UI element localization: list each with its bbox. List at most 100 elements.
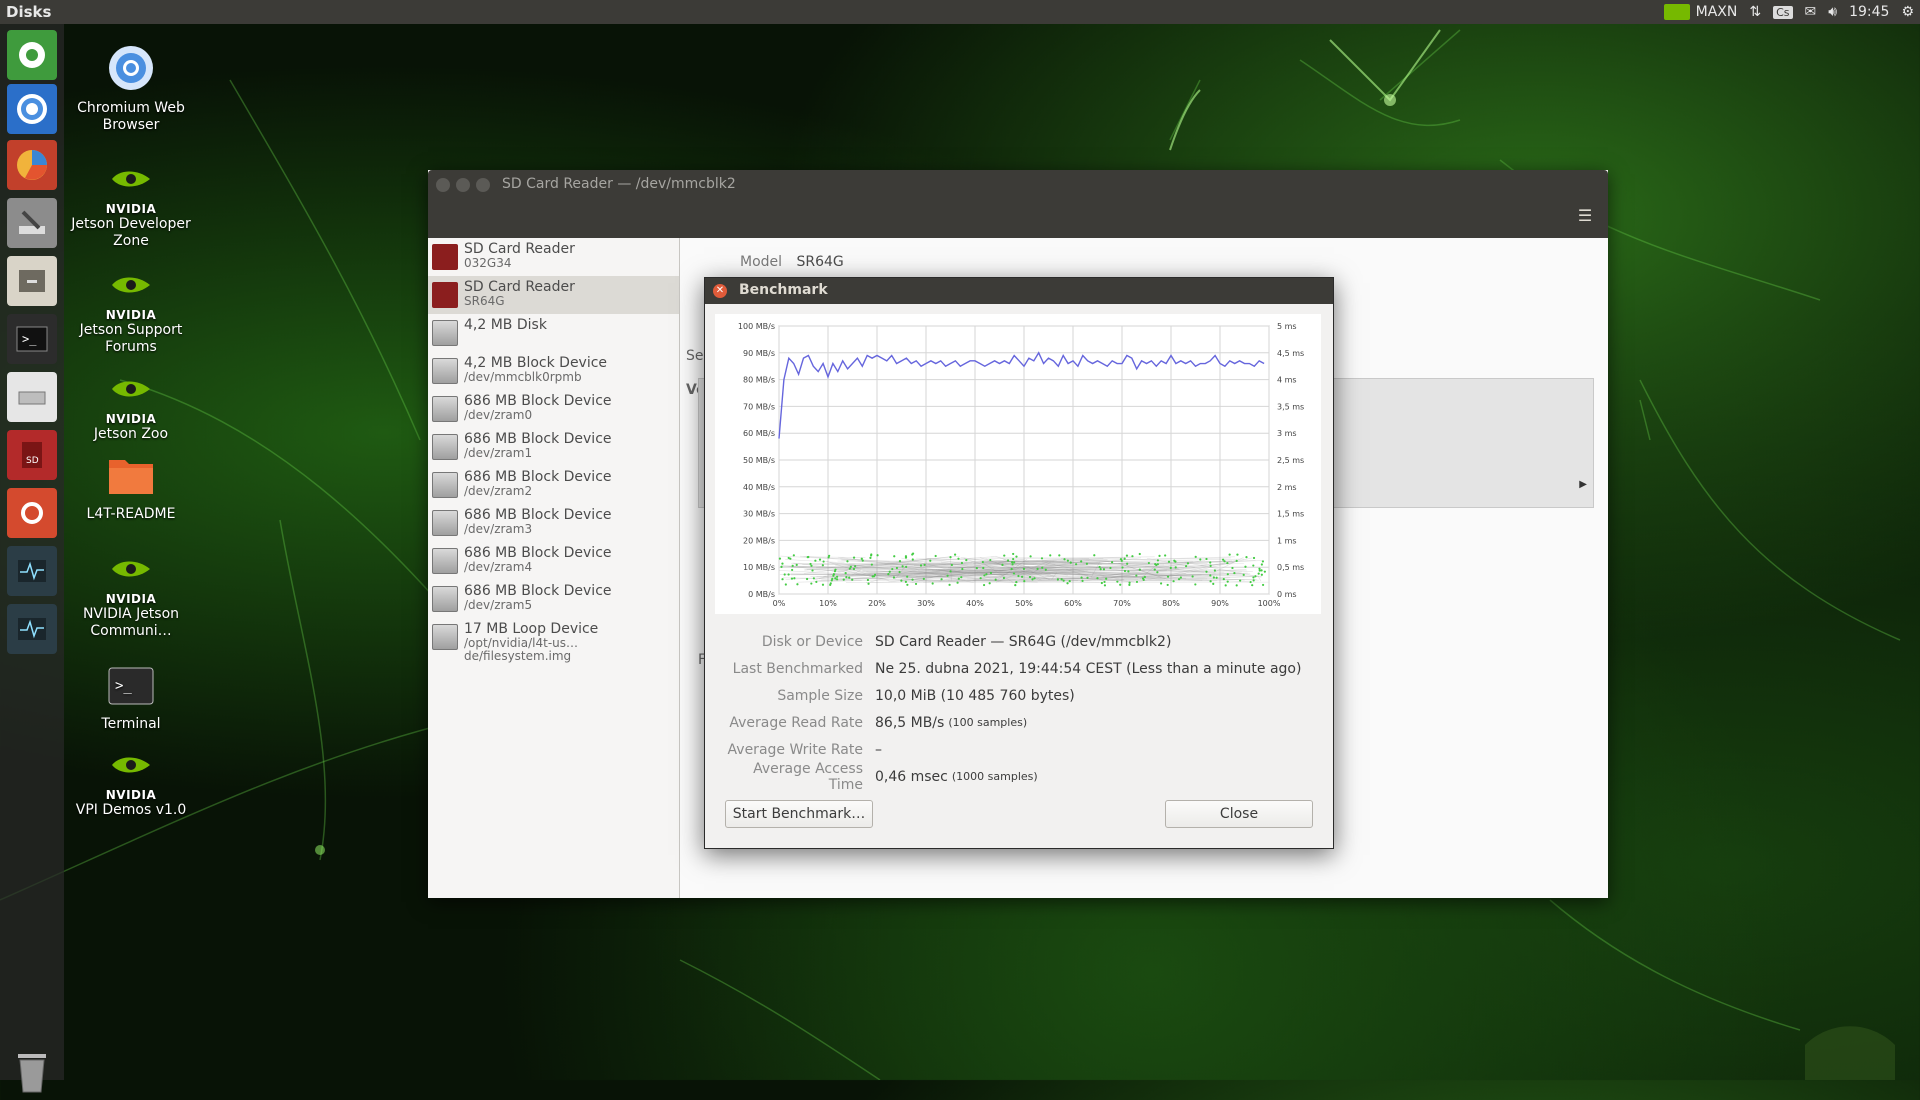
device-item[interactable]: 17 MB Loop Device /opt/nvidia/l4t-us…de/… [428,618,679,656]
minimize-window-button[interactable] [456,178,470,192]
device-item[interactable]: 4,2 MB Block Device /dev/mmcblk0rpmb [428,352,679,390]
access-time-point [853,556,855,558]
y-left-tick-label: 30 MB/s [743,510,775,519]
desktop-icon-jetson-zoo[interactable]: NVIDIA Jetson Zoo [71,370,191,443]
close-window-button[interactable] [436,178,450,192]
access-time-point [982,567,984,569]
folder-icon [107,452,155,498]
chromium-icon [107,44,155,92]
sd-card-icon[interactable]: SD [7,430,57,480]
device-item[interactable]: 4,2 MB Disk [428,314,679,352]
system-monitor-icon-2[interactable] [7,604,57,654]
window-titlebar[interactable]: SD Card Reader — /dev/mmcblk2 ☰ [428,170,1608,238]
result-label: Average Write Rate [715,742,875,758]
desktop-icon-label: Terminal [71,716,191,733]
y-left-tick-label: 40 MB/s [743,483,775,492]
access-time-point [1061,578,1063,580]
scroll-right-arrow-icon[interactable]: ▶ [1579,479,1587,490]
desktop-icon-label: Jetson Support Forums [71,322,191,356]
desktop-icon-chromium[interactable]: Chromium Web Browser [71,44,191,134]
access-time-point [811,569,813,571]
access-time-point [833,573,835,575]
dialog-titlebar[interactable]: ✕ Benchmark [705,278,1333,304]
clock[interactable]: 19:45 [1849,4,1889,20]
system-monitor-icon[interactable] [7,546,57,596]
access-time-point [982,561,984,563]
device-item[interactable]: 686 MB Block Device /dev/zram3 [428,504,679,542]
access-time-point [1148,562,1150,564]
access-time-point [819,558,821,560]
mail-icon[interactable]: ✉ [1805,4,1817,20]
access-time-point [1126,563,1128,565]
access-time-point [1111,561,1113,563]
access-time-point [935,555,937,557]
file-cabinet-icon[interactable] [7,256,57,306]
device-sub: /dev/zram4 [464,561,679,574]
model-row: Model SR64G [740,254,844,270]
desktop-icon-l4t-readme[interactable]: L4T-README [71,452,191,523]
access-time-point [989,559,991,561]
result-note: (1000 samples) [952,770,1038,783]
drive-icon[interactable] [7,372,57,422]
access-time-point [848,577,850,579]
access-time-point [989,582,991,584]
access-time-point [787,573,789,575]
device-item-selected[interactable]: SD Card Reader SR64G [428,276,679,314]
trash-icon[interactable] [10,1046,54,1096]
terminal-icon[interactable]: >_ [7,314,57,364]
desktop-icon-vpi-demos[interactable]: NVIDIA VPI Demos v1.0 [71,746,191,819]
desktop-icon-label: Jetson Developer Zone [71,216,191,250]
gear-icon[interactable]: ⚙ [1901,4,1914,20]
access-time-point [1109,567,1111,569]
device-item[interactable]: SD Card Reader 032G34 [428,238,679,276]
desktop-icon-jetson-developer-zone[interactable]: NVIDIA Jetson Developer Zone [71,160,191,250]
access-time-point [1194,583,1196,585]
access-time-point [915,583,917,585]
access-time-point [985,573,987,575]
hamburger-menu-icon[interactable]: ☰ [1574,206,1596,226]
access-time-point [1007,559,1009,561]
access-time-point [1239,579,1241,581]
result-row: Average Write Rate– [715,736,1321,763]
device-item[interactable]: 686 MB Block Device /dev/zram2 [428,466,679,504]
access-time-point [836,576,838,578]
settings-tools-icon[interactable] [7,488,57,538]
benchmark-dialog: ✕ Benchmark 0 MB/s0 ms10 MB/s0,5 ms20 MB… [704,277,1334,849]
access-time-point [1156,571,1158,573]
device-item[interactable]: 686 MB Block Device /dev/zram5 [428,580,679,618]
maximize-window-button[interactable] [476,178,490,192]
device-item[interactable]: 686 MB Block Device /dev/zram0 [428,390,679,428]
nvidia-logo-icon [108,160,154,198]
desktop-icon-terminal[interactable]: >_ Terminal [71,666,191,733]
access-time-point [1101,582,1103,584]
chromium-icon[interactable] [7,84,57,134]
start-benchmark-button[interactable]: Start Benchmark… [725,800,873,828]
drive-icon [432,586,458,612]
result-label: Last Benchmarked [715,661,875,677]
access-time-point [887,573,889,575]
access-time-point [1223,578,1225,580]
network-icon[interactable]: ⇅ [1749,4,1761,20]
access-time-point [940,578,942,580]
nvidia-power-mode-icon[interactable]: MAXN [1664,4,1738,20]
system-tools-icon[interactable] [7,198,57,248]
desktop-icon-jetson-support-forums[interactable]: NVIDIA Jetson Support Forums [71,266,191,356]
device-name: 686 MB Block Device [464,428,679,447]
device-item[interactable]: 686 MB Block Device /dev/zram4 [428,542,679,580]
access-time-point [1264,571,1266,573]
access-time-point [906,576,908,578]
terminal-icon: >_ [107,666,155,708]
access-time-point [791,569,793,571]
volume-icon[interactable]: 🔊︎ [1828,4,1837,20]
desktop-icon-jetson-community[interactable]: NVIDIA NVIDIA Jetson Communi… [71,550,191,640]
access-time-point [893,576,895,578]
device-item[interactable]: 686 MB Block Device /dev/zram1 [428,428,679,466]
access-time-point [1157,559,1159,561]
device-name: 4,2 MB Disk [464,314,679,333]
close-icon[interactable]: ✕ [713,284,727,298]
close-button[interactable]: Close [1165,800,1313,828]
x-tick-label: 80% [1162,599,1180,608]
keyboard-layout-indicator[interactable]: Cs [1773,6,1792,19]
files-home-icon[interactable] [7,30,57,80]
charts-app-icon[interactable] [7,140,57,190]
